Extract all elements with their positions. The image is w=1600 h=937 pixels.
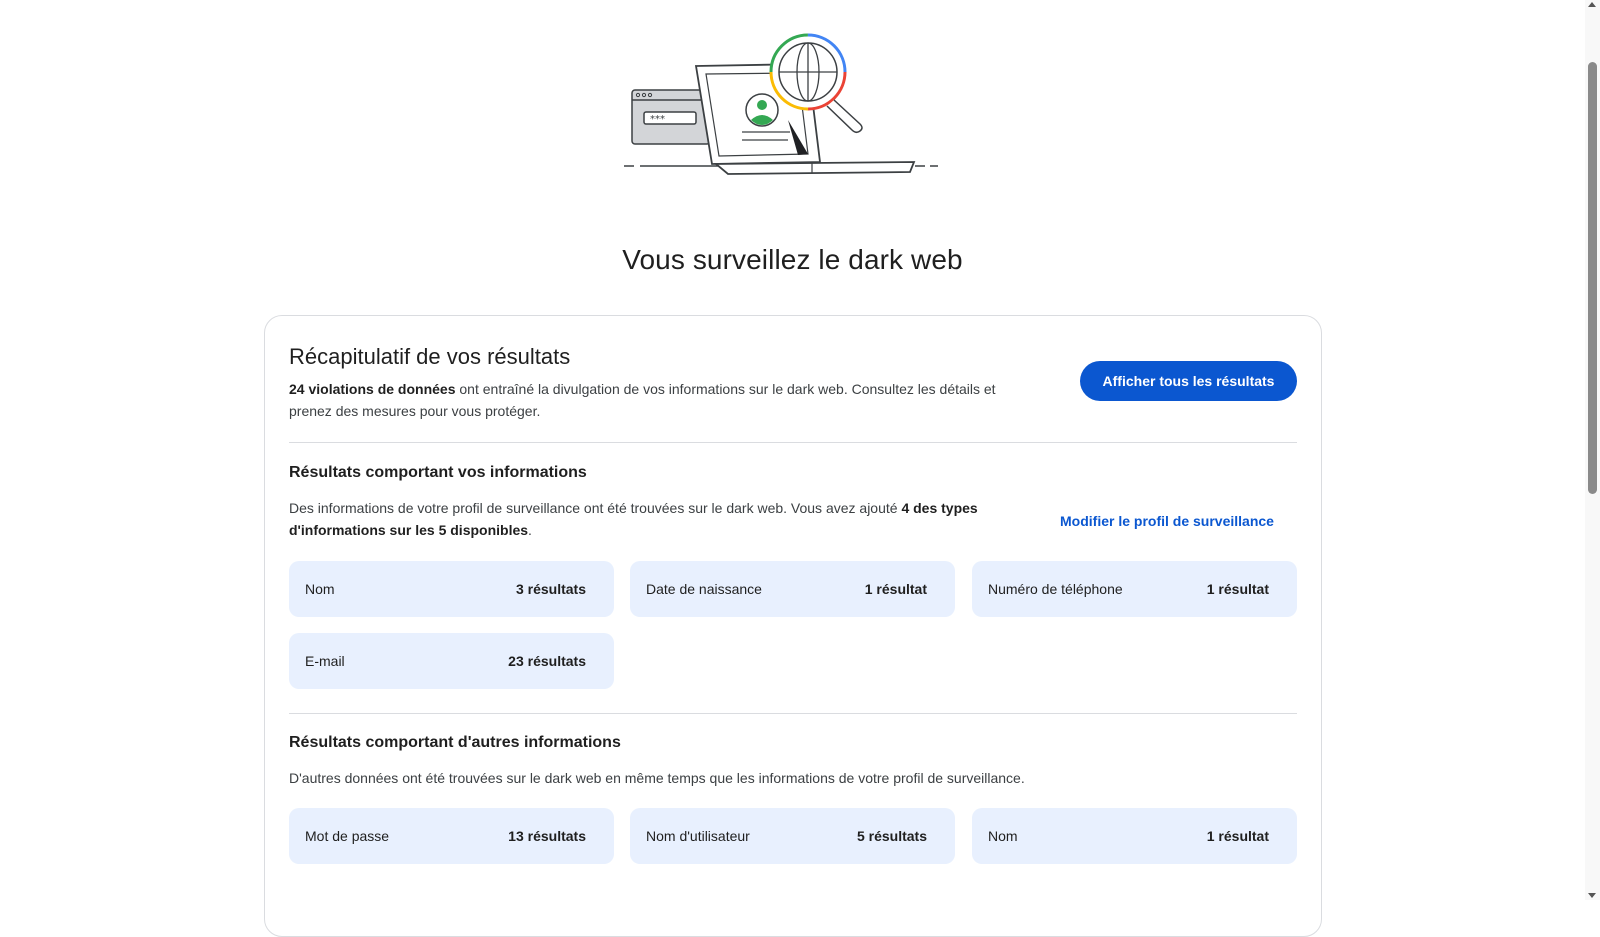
result-tile-other-name[interactable]: Nom 1 résultat xyxy=(972,808,1297,864)
result-tile-name[interactable]: Nom 3 résultats xyxy=(289,561,614,617)
page-title: Vous surveillez le dark web xyxy=(622,244,963,275)
tile-label: Numéro de téléphone xyxy=(988,581,1123,597)
result-tile-email[interactable]: E-mail 23 résultats xyxy=(289,633,614,689)
other-info-section-title: Résultats comportant d'autres informatio… xyxy=(289,734,621,751)
scrollbar-thumb[interactable] xyxy=(1588,62,1597,494)
tile-label: E-mail xyxy=(305,653,345,669)
tile-count: 1 résultat xyxy=(864,581,927,597)
tile-label: Nom xyxy=(305,581,335,597)
tile-count: 3 résultats xyxy=(515,581,586,597)
summary-title: Récapitulatif de vos résultats xyxy=(289,344,571,369)
tile-count: 1 résultat xyxy=(1206,581,1269,597)
breach-count: 24 violations de données xyxy=(289,381,456,397)
scroll-down-arrow-icon[interactable] xyxy=(1588,893,1596,898)
scroll-up-arrow-icon[interactable] xyxy=(1588,2,1596,7)
vertical-scrollbar[interactable] xyxy=(1585,0,1600,900)
divider xyxy=(289,442,1297,443)
tile-count: 23 résultats xyxy=(508,653,586,669)
tile-count: 1 résultat xyxy=(1206,828,1269,844)
show-all-results-button[interactable]: Afficher tous les résultats xyxy=(1080,361,1297,401)
tile-label: Nom d'utilisateur xyxy=(646,828,750,844)
result-tile-password[interactable]: Mot de passe 13 résultats xyxy=(289,808,614,864)
results-card: Récapitulatif de vos résultats 24 violat… xyxy=(264,315,1322,937)
other-info-description: D'autres données ont été trouvées sur le… xyxy=(289,770,1025,786)
edit-monitoring-profile-link[interactable]: Modifier le profil de surveillance xyxy=(1060,513,1274,529)
your-info-description: Des informations de votre profil de surv… xyxy=(289,500,978,538)
dark-web-monitoring-illustration-icon: *** xyxy=(624,33,938,175)
svg-text:***: *** xyxy=(650,114,665,125)
your-info-section-title: Résultats comportant vos informations xyxy=(289,464,587,481)
tile-label: Nom xyxy=(988,828,1018,844)
result-tile-birthdate[interactable]: Date de naissance 1 résultat xyxy=(630,561,955,617)
tile-label: Date de naissance xyxy=(646,581,762,597)
tile-count: 13 résultats xyxy=(508,828,586,844)
result-tile-phone[interactable]: Numéro de téléphone 1 résultat xyxy=(972,561,1297,617)
tile-label: Mot de passe xyxy=(305,828,390,844)
summary-description: 24 violations de données ont entraîné la… xyxy=(289,378,1029,422)
divider xyxy=(289,713,1297,714)
result-tile-username[interactable]: Nom d'utilisateur 5 résultats xyxy=(630,808,955,864)
tile-count: 5 résultats xyxy=(856,828,927,844)
page: *** Vous surveillez le dark web Récapitu… xyxy=(0,0,1585,937)
